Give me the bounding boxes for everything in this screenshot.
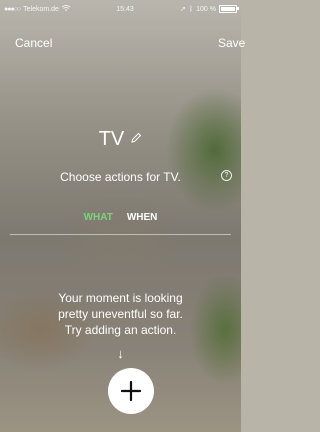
subtitle: Choose actions for TV. <box>60 170 181 184</box>
wifi-icon <box>61 5 71 13</box>
help-circle-icon[interactable]: ? <box>221 170 232 181</box>
tab-when[interactable]: WHEN <box>127 212 158 223</box>
plus-icon <box>120 380 142 402</box>
bluetooth-icon: ᛒ <box>188 5 194 13</box>
empty-state-line: pretty uneventful so far. <box>58 307 183 321</box>
tab-bar: WHAT WHEN <box>0 212 241 223</box>
empty-state-line: Try adding an action. <box>64 323 177 337</box>
add-action-button[interactable] <box>108 368 154 414</box>
carrier-name: Telekom.de <box>23 5 59 13</box>
down-arrow-icon: ↓ <box>117 346 124 361</box>
tab-what[interactable]: WHAT <box>84 212 113 223</box>
pencil-icon[interactable] <box>130 131 142 149</box>
signal-dots-icon: ●●●○○ <box>4 5 21 13</box>
page-title: TV <box>98 128 125 150</box>
cancel-button[interactable]: Cancel <box>15 36 52 50</box>
save-button[interactable]: Save <box>218 36 245 50</box>
status-time: 15:43 <box>116 5 134 13</box>
moment-title[interactable]: TV <box>0 128 241 151</box>
empty-state-line: Your moment is looking <box>58 291 183 305</box>
battery-percent: 100 % <box>196 5 216 13</box>
battery-icon <box>219 5 239 13</box>
empty-state-message: Your moment is looking pretty uneventful… <box>0 290 241 338</box>
tab-divider <box>10 234 231 235</box>
location-icon: ➚ <box>180 6 186 13</box>
status-bar: ●●●○○ Telekom.de 15:43 ➚ ᛒ 100 % <box>0 0 241 18</box>
